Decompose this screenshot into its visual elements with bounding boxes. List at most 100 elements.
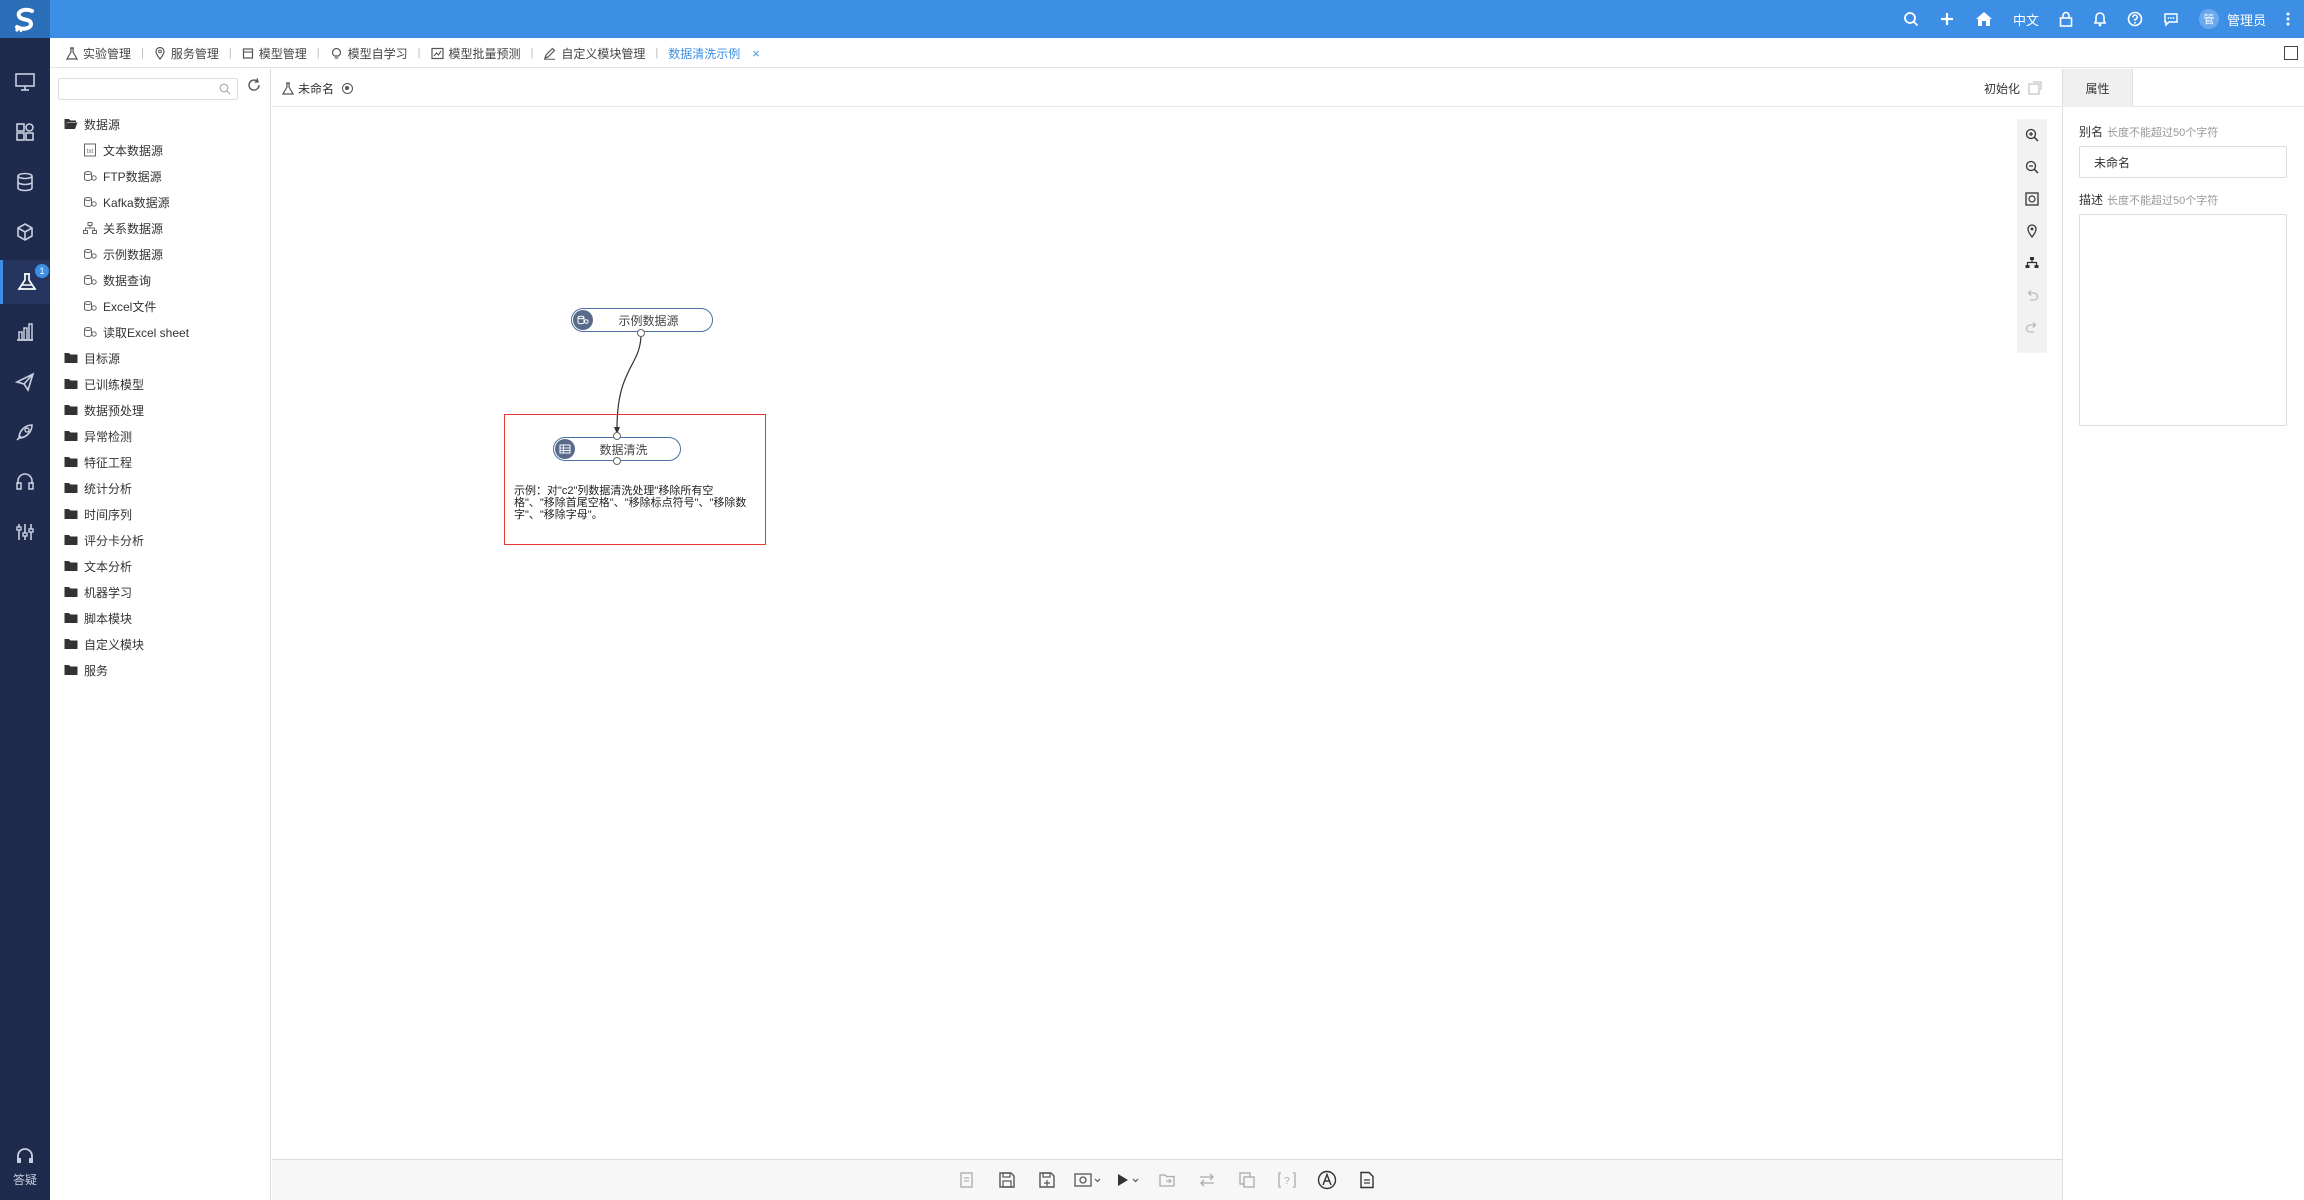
description-textarea[interactable] [2079,214,2287,426]
locate-icon[interactable] [2017,215,2047,247]
search-icon [219,83,231,95]
undo-icon[interactable] [2017,279,2047,311]
tree-item-data-query[interactable]: 数据查询 [64,267,264,293]
swap-icon[interactable] [1187,1171,1227,1189]
new-icon[interactable] [947,1171,987,1189]
help-headset-icon [17,1148,33,1163]
canvas-note[interactable]: 示例：对"c2"列数据清洗处理"移除所有空格"、"移除首尾空格"、"移除标点符号… [514,485,754,521]
tree-folder[interactable]: 服务 [64,657,264,683]
table-node-icon [555,439,575,459]
nav-headset-icon[interactable] [0,460,50,504]
module-tree-panel: 数据源 txt 文本数据源 FTP数据源 Kafka数据源 关系数据源 示例数据源… [50,69,271,1200]
tree-folder[interactable]: 统计分析 [64,475,264,501]
tree-item-excel-file[interactable]: Excel文件 [64,293,264,319]
avatar: 管 [2198,9,2219,29]
nav-tools-icon[interactable] [0,510,50,554]
save-icon[interactable] [987,1171,1027,1189]
tree-item-excel-sheet[interactable]: 读取Excel sheet [64,319,264,345]
annotation-a-icon[interactable] [1307,1170,1347,1190]
tab-model[interactable]: 模型管理 [242,45,307,62]
nav-monitor-icon[interactable] [0,60,50,104]
lock-icon[interactable] [2059,11,2073,27]
tree-folder[interactable]: 评分卡分析 [64,527,264,553]
folder-icon [64,535,78,545]
tree-item-example-source[interactable]: 示例数据源 [64,241,264,267]
copy-icon[interactable] [1227,1171,1267,1189]
user-menu[interactable]: 管 管理员 [2198,9,2266,29]
tab-batch-predict[interactable]: 模型批量预测 [430,45,521,62]
folder-icon [64,353,78,363]
tree-folder[interactable]: 自定义模块 [64,631,264,657]
run-dropdown-icon[interactable] [1107,1171,1147,1189]
nav-chart-icon[interactable] [0,310,50,354]
tab-separator: | [141,47,144,59]
tab-separator: | [530,47,534,59]
tab-properties[interactable]: 属性 [2063,69,2133,107]
home-icon[interactable] [1975,11,1993,27]
folder-icon [64,561,78,571]
tab-custom-module[interactable]: 自定义模块管理 [543,45,645,62]
experiment-name[interactable]: 未命名 [282,69,354,107]
alias-input[interactable]: 未命名 [2079,146,2287,178]
help-icon[interactable] [2127,11,2143,27]
init-icon [2028,81,2042,95]
export-icon[interactable] [1147,1171,1187,1189]
settings-dropdown-icon[interactable] [1067,1171,1107,1189]
bell-icon[interactable] [2093,11,2107,27]
nav-cubes-icon[interactable] [0,210,50,254]
tree-item-text-source[interactable]: txt 文本数据源 [64,137,264,163]
datasource-icon [84,327,97,337]
tree-folder[interactable]: 目标源 [64,345,264,371]
tree-folder[interactable]: 文本分析 [64,553,264,579]
nav-modules-icon[interactable] [0,110,50,154]
tree-folder[interactable]: 已训练模型 [64,371,264,397]
zoom-in-icon[interactable] [2017,119,2047,151]
tree-folder-open[interactable]: 数据源 [64,111,264,137]
tree-folder[interactable]: 特征工程 [64,449,264,475]
output-port[interactable] [613,457,621,465]
folder-open-icon [64,119,78,129]
nav-send-icon[interactable] [0,360,50,404]
tab-bar: 实验管理 | 服务管理 | 模型管理 | 模型自学习 | 模型批量预测 | 自定… [50,38,2304,68]
redo-icon[interactable] [2017,311,2047,343]
tree-item-kafka-source[interactable]: Kafka数据源 [64,189,264,215]
tree-folder[interactable]: 脚本模块 [64,605,264,631]
tab-service[interactable]: 服务管理 [154,45,219,62]
tab-data-cleaning-example[interactable]: 数据清洗示例 × [668,45,760,62]
language-switch[interactable]: 中文 [2013,10,2039,29]
save-as-icon[interactable] [1027,1171,1067,1189]
tab-close-icon[interactable]: × [752,46,760,61]
tab-experiment[interactable]: 实验管理 [66,45,131,62]
bracket-help-icon[interactable]: ? [1267,1171,1307,1189]
tree-folder[interactable]: 机器学习 [64,579,264,605]
more-icon[interactable] [2286,11,2290,27]
nav-database-icon[interactable] [0,160,50,204]
maximize-icon[interactable] [2284,46,2298,60]
zoom-out-icon[interactable] [2017,151,2047,183]
plus-icon[interactable] [1939,11,1955,27]
refresh-icon[interactable] [246,77,262,93]
app-logo[interactable] [0,0,50,38]
document-icon[interactable] [1347,1171,1387,1189]
tab-self-learning[interactable]: 模型自学习 [330,45,408,62]
nav-help[interactable]: 答疑 [0,1147,50,1188]
input-port[interactable] [613,432,621,440]
tree-item-relational-source[interactable]: 关系数据源 [64,215,264,241]
settings-radio-icon[interactable] [342,82,354,94]
tree-folder[interactable]: 时间序列 [64,501,264,527]
nav-experiment-icon[interactable]: 1 [0,260,50,304]
experiment-canvas[interactable]: 示例数据源 数据清洗 示例：对"c2"列数据清洗处理"移除所有空格"、"移除首尾… [272,107,2062,1159]
svg-text:?: ? [1284,1176,1290,1187]
tree-item-ftp-source[interactable]: FTP数据源 [64,163,264,189]
fit-view-icon[interactable] [2017,183,2047,215]
nav-rocket-icon[interactable] [0,410,50,454]
chat-icon[interactable] [2163,11,2179,27]
init-button[interactable]: 初始化 [1984,69,2042,107]
search-icon[interactable] [1903,11,1919,27]
output-port[interactable] [637,329,645,337]
tree-search-input[interactable] [58,78,238,100]
auto-layout-icon[interactable] [2017,247,2047,279]
tree-folder[interactable]: 数据预处理 [64,397,264,423]
tree-folder[interactable]: 异常检测 [64,423,264,449]
chart-box-icon [430,47,444,59]
